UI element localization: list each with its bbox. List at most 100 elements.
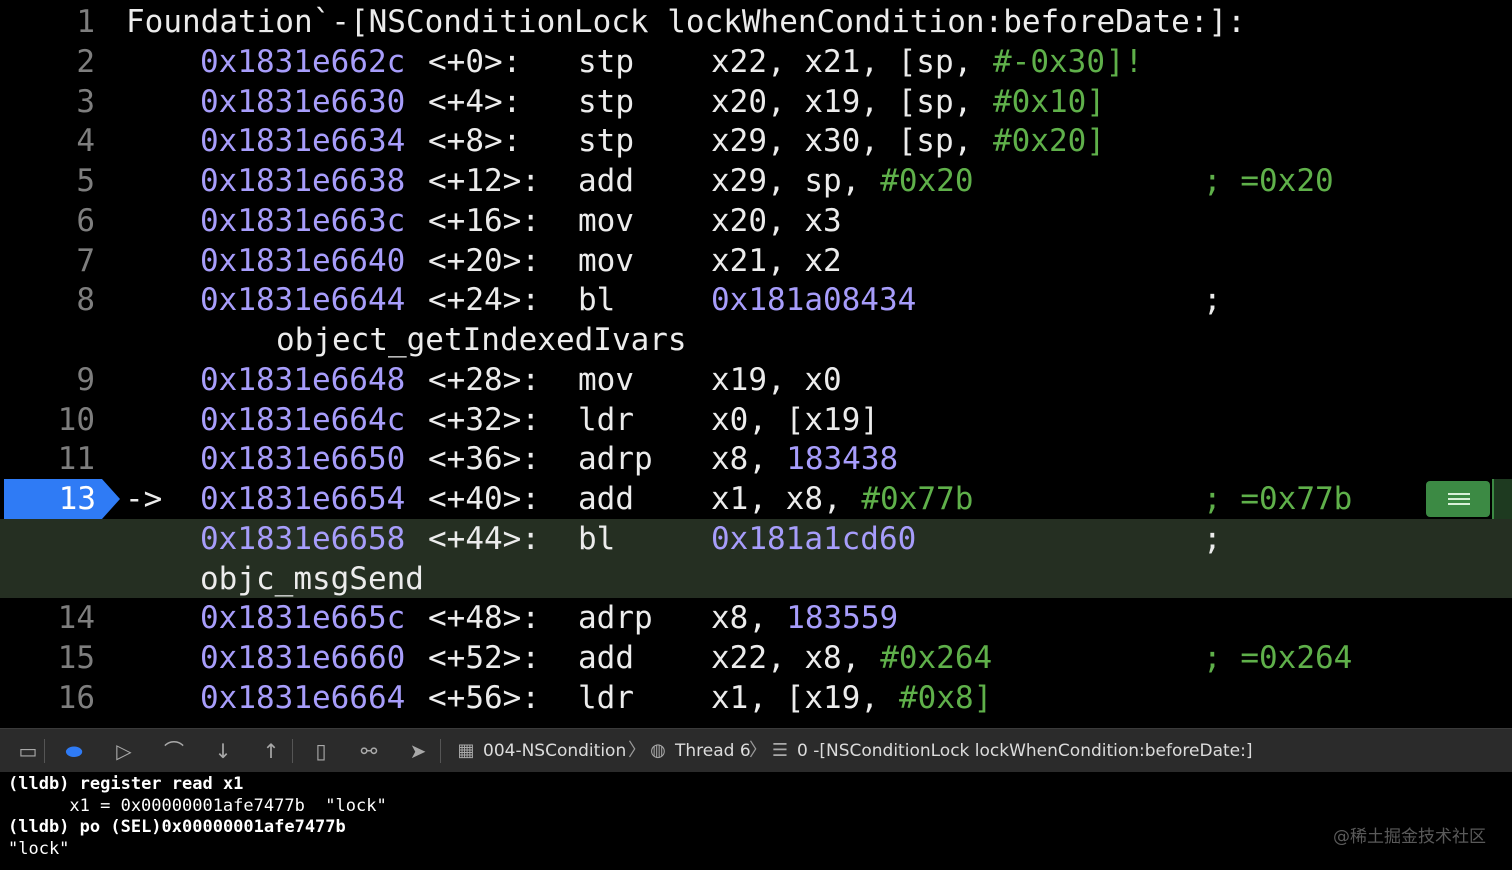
- badge-tip: [102, 479, 120, 519]
- line-number: 2: [76, 43, 95, 80]
- operand: x20, x3: [711, 202, 842, 239]
- operand: 0x181a08434: [711, 282, 917, 319]
- debug-bar: ▭ ⬬ ▷ ⌒ ↓ ↑ ▯ ⚯ ➤ ▦ 004-NSCondition 〉 ◍ Thread 6 〉 ☰ 0 -…: [0, 728, 1512, 772]
- instruction-offset: <+12>:: [428, 163, 540, 199]
- code-line[interactable]: 10 0x1831e664c <+32>: ldr x0, [x19]: [0, 400, 1512, 440]
- simulate-location-icon[interactable]: ➤: [400, 729, 436, 773]
- line-number: 11: [57, 441, 95, 478]
- lldb-output: "lock": [8, 838, 70, 859]
- disassembly-editor[interactable]: 1 Foundation`-[NSConditionLock lockWhenCo…: [0, 0, 1512, 728]
- step-into-icon[interactable]: ↓: [205, 729, 241, 773]
- instruction-offset: <+16>:: [428, 202, 540, 239]
- instruction-offset: <+56>:: [428, 679, 540, 716]
- lldb-command: po (SEL)0x00000001afe7477b: [69, 817, 346, 837]
- continue-icon[interactable]: ▷: [106, 729, 142, 773]
- breadcrumb-chevron-icon: 〉: [749, 740, 767, 761]
- code-line[interactable]: 7 0x1831e6640 <+20>: mov x21, x2: [0, 241, 1512, 281]
- memory-graph-icon[interactable]: ⚯: [351, 729, 387, 773]
- console-line: x1 = 0x00000001afe7477b "lock": [8, 796, 386, 817]
- line-actions-button[interactable]: [1426, 481, 1490, 517]
- mnemonic: adrp: [578, 600, 653, 637]
- comment: ; =0x20: [1203, 163, 1334, 199]
- mnemonic: bl: [578, 520, 616, 557]
- step-out-icon[interactable]: ↑: [253, 729, 289, 773]
- code-line[interactable]: 1 Foundation`-[NSConditionLock lockWhenCo…: [0, 2, 1512, 42]
- code-line[interactable]: 4 0x1831e6634 <+8>: stp x29, x30, [sp, #0x20…: [0, 121, 1512, 161]
- mnemonic: ldr: [578, 679, 634, 716]
- instruction-address: 0x1831e662c: [200, 43, 406, 80]
- operand: ]!: [1105, 43, 1144, 80]
- instruction-address: 0x1831e6640: [200, 242, 406, 279]
- line-number: 5: [76, 163, 95, 199]
- mnemonic: stp: [578, 123, 634, 160]
- instruction-offset: <+4>:: [428, 83, 522, 120]
- operand: 0x181a1cd60: [711, 520, 917, 557]
- instruction-address: 0x1831e664c: [200, 401, 406, 438]
- lldb-command: register read x1: [69, 774, 244, 794]
- mnemonic: mov: [578, 242, 634, 279]
- line-number: 4: [76, 123, 95, 160]
- line-number: 1: [76, 4, 95, 40]
- operand: x29, x30, [sp,: [711, 123, 991, 160]
- code-line[interactable]: 6 0x1831e663c <+16>: mov x20, x3: [0, 201, 1512, 241]
- console-line: (lldb) register read x1: [8, 774, 243, 795]
- code-line[interactable]: 9 0x1831e6648 <+28>: mov x19, x0: [0, 360, 1512, 400]
- line-number: 8: [76, 282, 95, 319]
- app-target-icon: ▦: [457, 740, 475, 761]
- code-line[interactable]: 16 0x1831e6664 <+56>: ldr x1, [x19, #0x8]: [0, 678, 1512, 718]
- code-line[interactable]: 2 0x1831e662c <+0>: stp x22, x21, [sp, #-0x3…: [0, 42, 1512, 82]
- view-hierarchy-icon[interactable]: ▯: [303, 729, 339, 773]
- function-header: Foundation`-[NSConditionLock lockWhenCon…: [126, 4, 1246, 40]
- operand: x8,: [711, 441, 786, 478]
- instruction-offset: <+48>:: [428, 600, 540, 637]
- instruction-offset: <+8>:: [428, 123, 522, 160]
- toolbar-separator: [292, 739, 293, 763]
- instruction-offset: <+40>:: [428, 481, 540, 517]
- current-code-line[interactable]: 0x1831e6658 <+44>: bl 0x181a1cd60; objc_msgS…: [0, 518, 1512, 599]
- instruction-address: 0x1831e6634: [200, 123, 406, 160]
- operand: #-0x30: [993, 43, 1105, 80]
- symbol-name: objc_msgSend: [200, 560, 424, 597]
- code-line[interactable]: 15 0x1831e6660 <+52>: add x22, x8, #0x264 ; =…: [0, 638, 1512, 678]
- instruction-address: 0x1831e6654: [200, 481, 406, 517]
- console-line: "lock": [8, 839, 69, 860]
- instruction-offset: <+20>:: [428, 242, 540, 279]
- operand: x0, [x19]: [711, 401, 879, 438]
- line-number: 3: [76, 83, 95, 120]
- mnemonic: mov: [578, 202, 634, 239]
- code-line[interactable]: 3 0x1831e6630 <+4>: stp x20, x19, [sp, #0x10…: [0, 82, 1512, 122]
- code-line[interactable]: 8 0x1831e6644 <+24>: bl 0x181a08434;: [0, 280, 1512, 320]
- breakpoints-toggle-icon[interactable]: ⬬: [56, 729, 92, 773]
- mnemonic: bl: [578, 282, 616, 319]
- stack-frame-icon: ☰: [771, 740, 789, 761]
- code-line[interactable]: 11 0x1831e6650 <+36>: adrp x8, 183438: [0, 439, 1512, 479]
- code-line[interactable]: 120x1831e6654<+40>:addx1, x8, #0x77b; =0…: [0, 479, 1512, 519]
- operand: 183438: [786, 441, 899, 478]
- mnemonic: add: [578, 481, 634, 517]
- console-line: (lldb) po (SEL)0x00000001afe7477b: [8, 817, 346, 838]
- breadcrumb-target[interactable]: 004-NSCondition: [483, 729, 626, 773]
- code-line[interactable]: 5 0x1831e6638 <+12>: add x29, sp, #0x20 ; =0x…: [0, 161, 1512, 201]
- watermark: @稀土掘金技术社区: [1333, 827, 1486, 847]
- code-line-continuation: object_getIndexedIvars: [0, 320, 1512, 360]
- operand: #0x264: [880, 640, 993, 676]
- instruction-address: 0x1831e6664: [200, 679, 406, 716]
- hide-console-icon[interactable]: ▭: [10, 729, 46, 773]
- operand: x1, x8,: [711, 481, 861, 517]
- program-counter-badge[interactable]: 13: [0, 479, 120, 519]
- lldb-console[interactable]: (lldb) register read x1 x1 = 0x00000001a…: [0, 772, 1512, 870]
- instruction-address: 0x1831e665c: [200, 600, 406, 637]
- breadcrumb-thread[interactable]: Thread 6: [675, 729, 751, 773]
- thread-icon: ◍: [650, 740, 666, 761]
- toolbar-separator: [44, 739, 45, 763]
- instruction-offset: <+52>:: [428, 640, 540, 676]
- operand: x8,: [711, 600, 786, 637]
- step-over-icon[interactable]: ⌒: [156, 729, 192, 773]
- line-number: 7: [76, 242, 95, 279]
- code-line-partial: [0, 718, 1512, 728]
- code-line[interactable]: 14 0x1831e665c <+48>: adrp x8, 183559: [0, 598, 1512, 638]
- breadcrumb-frame[interactable]: 0 -[NSConditionLock lockWhenCondition:be…: [797, 729, 1252, 773]
- operand: x22, x8,: [711, 640, 879, 676]
- toolbar-separator: [440, 739, 441, 763]
- operand: x29, sp,: [711, 163, 879, 199]
